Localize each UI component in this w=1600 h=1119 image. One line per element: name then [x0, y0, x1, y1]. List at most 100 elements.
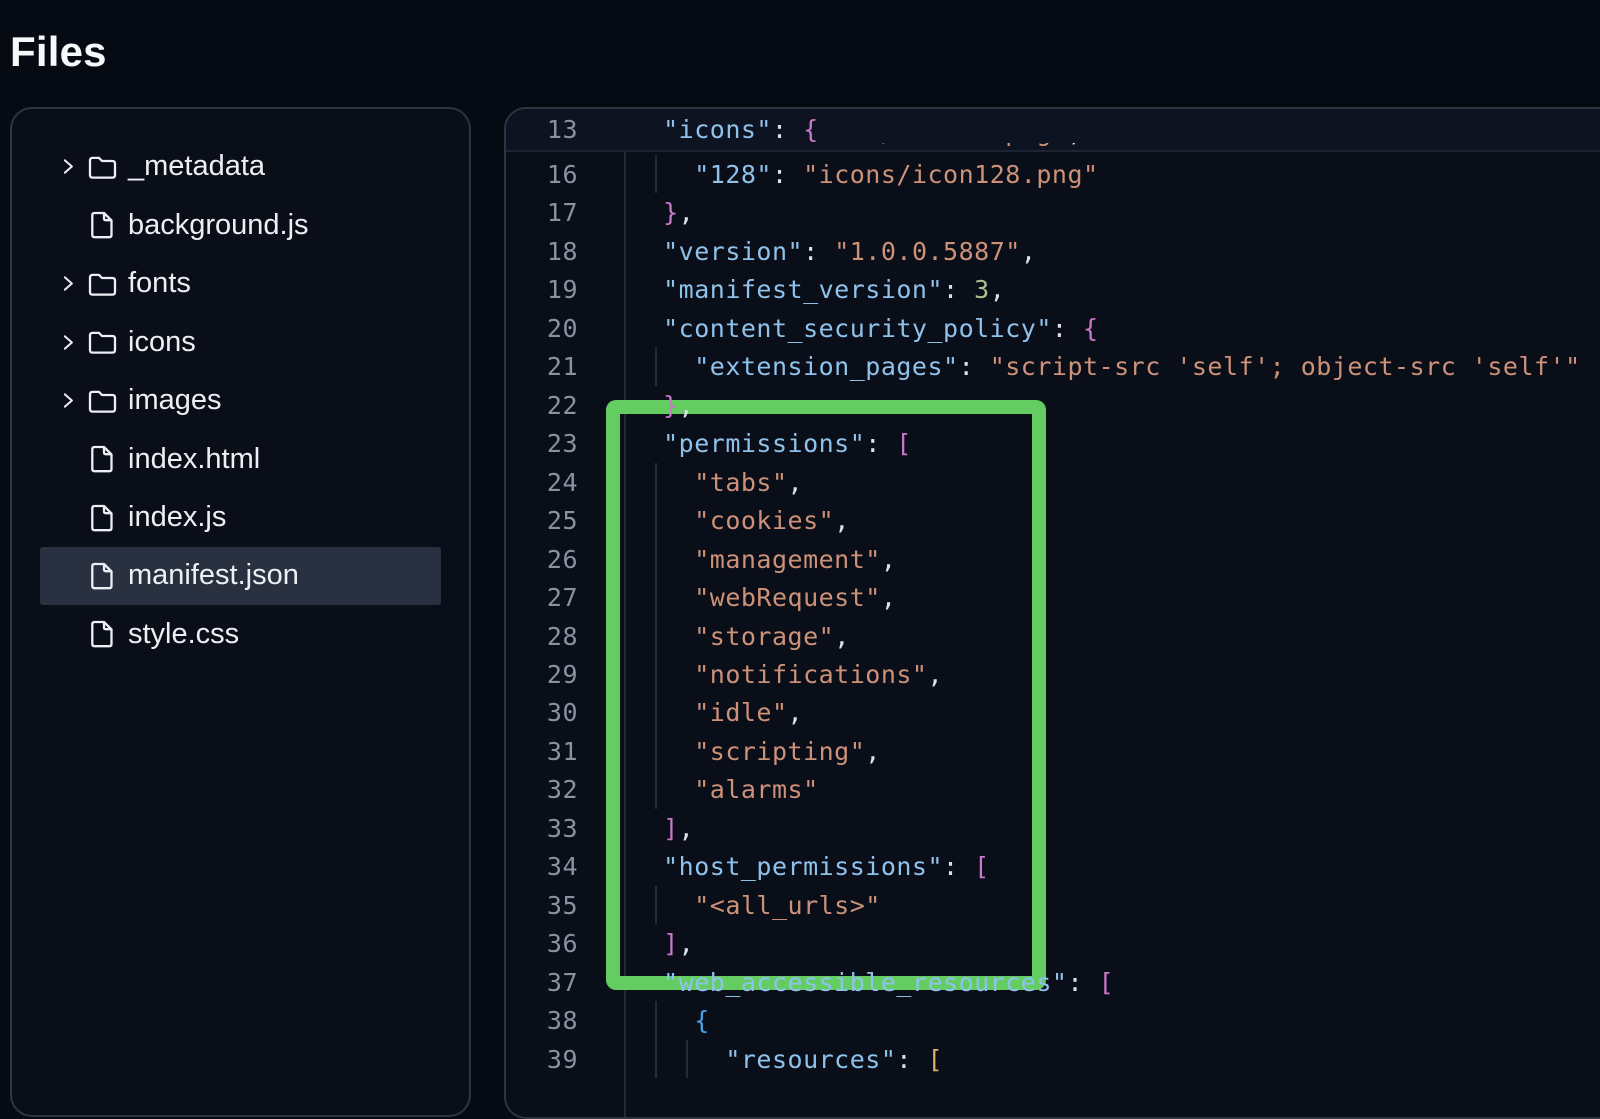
line-number: 23: [506, 424, 578, 463]
token-punc: ,: [679, 814, 695, 843]
token-punc: ,: [881, 545, 897, 574]
token-key: "web_accessible_resources": [663, 968, 1067, 997]
token-punc: ,: [865, 737, 881, 766]
code-line-21[interactable]: 21 "extension_pages": "script-src 'self'…: [506, 347, 1600, 386]
token-b1: }: [663, 391, 679, 420]
code-line-23[interactable]: 23 "permissions": [: [506, 424, 1600, 463]
token-punc: ,: [679, 198, 695, 227]
token-punc: ,: [834, 506, 850, 535]
file-icon: [87, 210, 117, 240]
token-punc: :: [1067, 968, 1098, 997]
token-str: "webRequest": [694, 583, 881, 612]
token-punc: :: [772, 160, 803, 189]
token-punc: :: [865, 429, 896, 458]
line-number: 30: [506, 693, 578, 732]
token-key: "extension_pages": [694, 352, 958, 381]
token-punc: :: [959, 352, 990, 381]
code-line-39[interactable]: 39 "resources": [: [506, 1040, 1600, 1079]
code-line-35[interactable]: 35 "<all_urls>": [506, 886, 1600, 925]
file-name: images: [128, 384, 222, 417]
file-tree-item-index-js[interactable]: index.js: [40, 489, 441, 547]
file-name: index.html: [128, 443, 260, 476]
code-line-38[interactable]: 38 {: [506, 1001, 1600, 1040]
file-tree-item--metadata[interactable]: _metadata: [40, 138, 441, 196]
file-tree-item-manifest-json[interactable]: manifest.json: [40, 547, 441, 605]
chevron-right-icon[interactable]: [57, 273, 78, 294]
code-line-text: "webRequest",: [632, 578, 896, 617]
chevron-right-icon[interactable]: [57, 390, 78, 411]
token-str: "icons/icon48.png": [788, 143, 1068, 147]
token-key: "permissions": [663, 429, 865, 458]
token-b1: [: [896, 429, 912, 458]
code-line-17[interactable]: 17 },: [506, 193, 1600, 232]
chevron-right-icon[interactable]: [57, 332, 78, 353]
token-str: "notifications": [694, 660, 927, 689]
file-icon: [87, 503, 117, 533]
code-line-33[interactable]: 33 ],: [506, 809, 1600, 848]
token-b1: }: [663, 198, 679, 227]
code-line-text: "tabs",: [632, 463, 803, 502]
code-line-text: "management",: [632, 540, 896, 579]
code-line-text: "48": "icons/icon48.png",: [632, 143, 1532, 150]
code-line-31[interactable]: 31 "scripting",: [506, 732, 1600, 771]
code-editor-panel[interactable]: 16 "128": "icons/icon128.png"17 },18 "ve…: [504, 107, 1600, 1119]
line-number: 17: [506, 193, 578, 232]
token-punc: :: [756, 143, 787, 147]
token-str: "cookies": [694, 506, 834, 535]
code-line-text: "scripting",: [632, 732, 881, 771]
line-number: 31: [506, 732, 578, 771]
file-tree-item-style-css[interactable]: style.css: [40, 605, 441, 663]
token-punc: ,: [834, 622, 850, 651]
file-tree-item-icons[interactable]: icons: [40, 313, 441, 371]
line-number: 39: [506, 1040, 578, 1079]
code-line-34[interactable]: 34 "host_permissions": [: [506, 847, 1600, 886]
file-name: style.css: [128, 618, 239, 651]
token-punc: ,: [788, 698, 804, 727]
code-line-25[interactable]: 25 "cookies",: [506, 501, 1600, 540]
code-line-26[interactable]: 26 "management",: [506, 540, 1600, 579]
code-line-28[interactable]: 28 "storage",: [506, 617, 1600, 656]
token-b1: ]: [663, 814, 679, 843]
code-line-text: "host_permissions": [: [632, 847, 990, 886]
token-punc: ,: [1021, 237, 1037, 266]
files-panel: _metadatabackground.js fonts icons images in…: [10, 107, 471, 1117]
token-b1: [: [974, 852, 990, 881]
code-line-text: "storage",: [632, 617, 850, 656]
file-icon: [87, 444, 117, 474]
code-line-27[interactable]: 27 "webRequest",: [506, 578, 1600, 617]
code-line-32[interactable]: 32 "alarms": [506, 770, 1600, 809]
token-punc: ,: [679, 929, 695, 958]
code-line-36[interactable]: 36 ],: [506, 924, 1600, 963]
line-number: 28: [506, 617, 578, 656]
token-punc: ,: [928, 660, 944, 689]
code-line-text: "content_security_policy": {: [632, 309, 1099, 348]
file-tree-item-images[interactable]: images: [40, 372, 441, 430]
code-line-22[interactable]: 22 },: [506, 386, 1600, 425]
token-b2: {: [694, 1006, 710, 1035]
code-line-30[interactable]: 30 "idle",: [506, 693, 1600, 732]
code-line-29[interactable]: 29 "notifications",: [506, 655, 1600, 694]
chevron-right-icon[interactable]: [57, 156, 78, 177]
line-number: 18: [506, 232, 578, 271]
line-number: 32: [506, 770, 578, 809]
code-line-24[interactable]: 24 "tabs",: [506, 463, 1600, 502]
line-number: 35: [506, 886, 578, 925]
line-number: 33: [506, 809, 578, 848]
code-line-text: "resources": [: [632, 1040, 943, 1079]
token-num: 3: [974, 275, 990, 304]
editor-sticky-header[interactable]: 13 "icons": { "48": "icons/icon48.png",: [506, 109, 1600, 152]
file-icon: [87, 619, 117, 649]
token-b1: ]: [663, 929, 679, 958]
file-tree-item-fonts[interactable]: fonts: [40, 255, 441, 313]
file-tree-item-background-js[interactable]: background.js: [40, 196, 441, 254]
file-tree-item-index-html[interactable]: index.html: [40, 430, 441, 488]
line-number: 38: [506, 1001, 578, 1040]
code-line-18[interactable]: 18 "version": "1.0.0.5887",: [506, 232, 1600, 271]
code-line-37[interactable]: 37 "web_accessible_resources": [: [506, 963, 1600, 1002]
line-number: 34: [506, 847, 578, 886]
file-name: fonts: [128, 267, 191, 300]
code-line-20[interactable]: 20 "content_security_policy": {: [506, 309, 1600, 348]
code-line-16[interactable]: 16 "128": "icons/icon128.png": [506, 155, 1600, 194]
token-key: "icons": [663, 115, 772, 144]
code-line-19[interactable]: 19 "manifest_version": 3,: [506, 270, 1600, 309]
